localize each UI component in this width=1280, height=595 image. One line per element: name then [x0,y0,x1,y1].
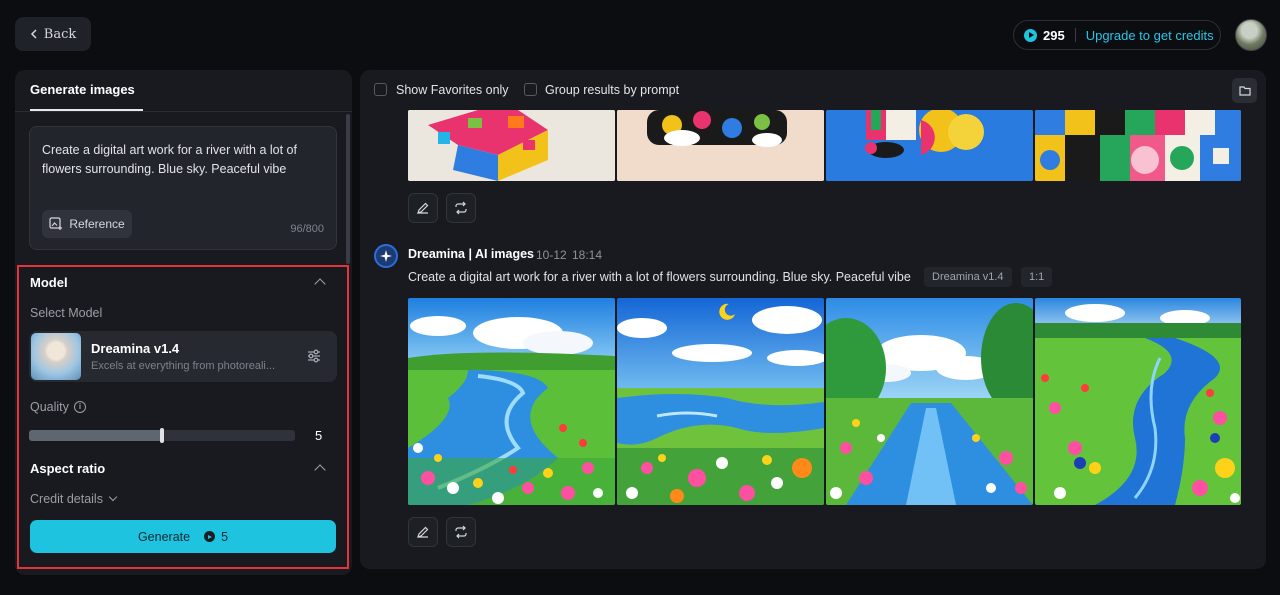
aspect-ratio-title: Aspect ratio [30,461,106,476]
river-flowers-image [408,298,615,505]
group-results-checkbox[interactable] [524,83,537,96]
result-prompt: Create a digital art work for a river wi… [408,270,911,284]
mosaic-pattern-art [1035,110,1241,181]
model-section-title: Model [30,275,68,290]
repeat-icon [455,201,467,215]
sliders-icon[interactable] [305,347,323,365]
result-image[interactable] [1035,110,1241,181]
chevron-down-icon [108,492,118,502]
result-image[interactable] [617,298,824,505]
folder-button[interactable] [1232,78,1257,103]
upgrade-link[interactable]: Upgrade to get credits [1086,28,1214,43]
show-favorites-checkbox[interactable] [374,83,387,96]
generate-label: Generate [137,529,191,544]
result-image[interactable] [1035,298,1241,505]
credits-pill[interactable]: 295 Upgrade to get credits [1013,20,1221,50]
regenerate-button[interactable] [446,193,476,223]
ratio-tag: 1:1 [1021,267,1053,287]
river-flowers-image [617,298,824,505]
credit-coin-icon [204,531,216,542]
river-flowers-image [826,298,1033,505]
image-add-icon [49,217,63,230]
regenerate-button[interactable] [446,517,476,547]
generate-panel: Generate images Create a digital art wor… [15,70,352,575]
tab-generate-images[interactable]: Generate images [30,82,135,97]
pencil-icon [417,202,429,214]
credit-details-toggle[interactable]: Credit details [30,492,118,506]
show-favorites-label[interactable]: Show Favorites only [396,83,509,97]
quality-slider-fill [29,430,162,441]
result-date: 10-12 [536,248,567,262]
repeat-icon [455,525,467,539]
quality-label: Quality [30,400,69,414]
edit-button[interactable] [408,193,438,223]
reference-label: Reference [69,217,125,231]
result-image[interactable] [408,298,615,505]
result-author: Dreamina | AI images [408,247,535,261]
select-model-label: Select Model [30,306,103,320]
prompt-text[interactable]: Create a digital art work for a river wi… [42,141,327,179]
back-button[interactable]: Back [15,17,91,51]
model-selector[interactable]: Dreamina v1.4 Excels at everything from … [29,331,337,382]
model-thumbnail [31,333,81,380]
credits-divider [1074,28,1076,42]
bauhaus-shapes-art [826,110,1033,181]
info-icon[interactable]: i [74,401,86,413]
river-flowers-image [1035,298,1241,505]
model-tag: Dreamina v1.4 [924,267,1012,287]
credits-count: 295 [1043,27,1065,43]
quality-slider-handle[interactable] [160,428,164,443]
panel-scrollbar[interactable] [346,114,350,264]
chevron-left-icon [30,29,37,39]
sparkle-icon [380,250,392,262]
dreamina-avatar [374,244,398,268]
user-avatar[interactable] [1235,19,1267,51]
isometric-cubes-art [408,110,615,181]
char-count: 96/800 [290,223,324,235]
prompt-input[interactable]: Create a digital art work for a river wi… [29,126,337,250]
result-image[interactable] [617,110,824,181]
quality-value: 5 [315,428,323,443]
back-label: Back [43,26,77,42]
model-name: Dreamina v1.4 [91,341,180,356]
credit-details-label: Credit details [30,492,103,506]
credit-coin-icon [1024,28,1037,42]
reference-button[interactable]: Reference [42,210,132,238]
pencil-icon [417,526,429,538]
model-description: Excels at everything from photoreali... [91,360,276,372]
tab-divider [15,111,352,112]
result-image[interactable] [826,298,1033,505]
result-image[interactable] [408,110,615,181]
results-panel: Show Favorites only Group results by pro… [360,70,1266,569]
edit-button[interactable] [408,517,438,547]
group-results-label[interactable]: Group results by prompt [545,83,679,97]
generate-button[interactable]: Generate 5 [30,520,336,553]
cloud-shapes-art [617,110,824,181]
generate-cost: 5 [221,529,229,544]
folder-icon [1238,86,1251,96]
result-image[interactable] [826,110,1033,181]
result-time: 18:14 [572,248,603,262]
